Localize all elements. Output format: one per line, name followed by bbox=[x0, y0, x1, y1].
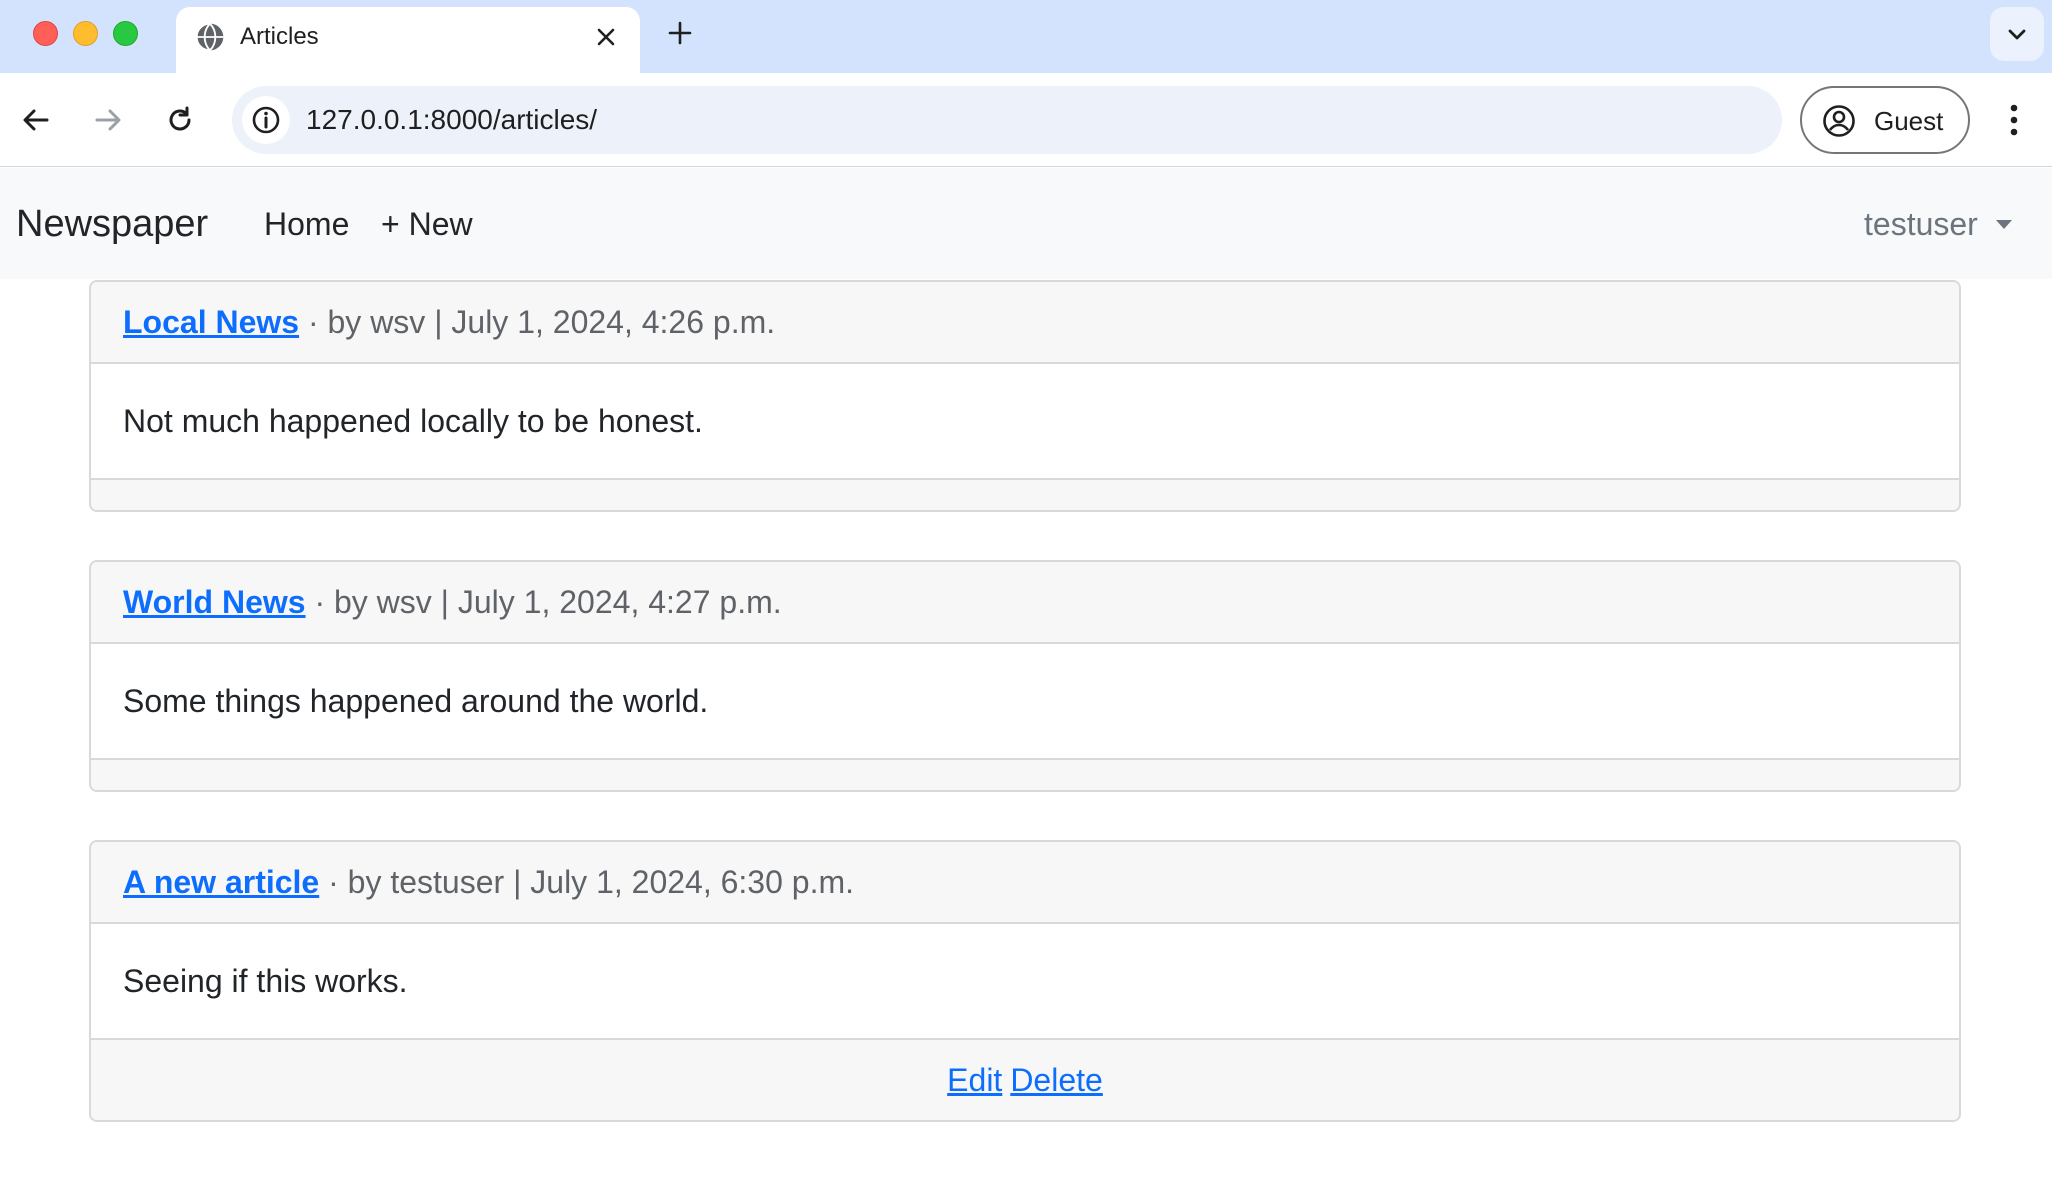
minimize-window-button[interactable] bbox=[73, 21, 98, 46]
forward-arrow-icon[interactable] bbox=[84, 96, 132, 144]
tab-title: Articles bbox=[240, 23, 319, 50]
article-title-link[interactable]: World News bbox=[123, 582, 306, 622]
site-navbar: Newspaper Home + New testuser bbox=[0, 168, 2052, 279]
article-body: Not much happened locally to be honest. bbox=[123, 403, 703, 439]
profile-label: Guest bbox=[1874, 106, 1944, 136]
caret-down-icon bbox=[1995, 219, 2012, 229]
browser-menu-icon[interactable] bbox=[1994, 96, 2034, 144]
tab-search-chevron-icon[interactable] bbox=[1990, 7, 2044, 61]
url-text[interactable]: 127.0.0.1:8000/articles/ bbox=[306, 103, 597, 137]
article-meta: · by wsv | July 1, 2024, 4:27 p.m. bbox=[305, 584, 782, 620]
article-card: World News · by wsv | July 1, 2024, 4:27… bbox=[89, 560, 1961, 792]
nav-new-article-link[interactable]: + New bbox=[381, 204, 473, 244]
article-header: World News · by wsv | July 1, 2024, 4:27… bbox=[91, 562, 1959, 644]
article-body: Some things happened around the world. bbox=[123, 683, 709, 719]
brand-link[interactable]: Newspaper bbox=[16, 202, 208, 246]
browser-tabstrip: Articles bbox=[0, 0, 2052, 73]
close-window-button[interactable] bbox=[33, 21, 58, 46]
maximize-window-button[interactable] bbox=[113, 21, 138, 46]
browser-toolbar: 127.0.0.1:8000/articles/ Guest bbox=[0, 73, 2052, 167]
article-meta: · by wsv | July 1, 2024, 4:26 p.m. bbox=[299, 304, 776, 340]
back-arrow-icon[interactable] bbox=[12, 96, 60, 144]
close-tab-icon[interactable] bbox=[590, 21, 622, 53]
reload-icon[interactable] bbox=[156, 96, 204, 144]
address-bar[interactable]: 127.0.0.1:8000/articles/ bbox=[232, 86, 1782, 154]
article-header: Local News · by wsv | July 1, 2024, 4:26… bbox=[91, 282, 1959, 364]
new-tab-icon[interactable] bbox=[664, 17, 696, 49]
globe-icon bbox=[195, 22, 224, 52]
article-footer bbox=[91, 478, 1959, 510]
site-info-icon[interactable] bbox=[242, 96, 290, 144]
article-footer bbox=[91, 758, 1959, 790]
user-dropdown-label: testuser bbox=[1864, 206, 1978, 242]
article-body: Seeing if this works. bbox=[123, 963, 408, 999]
article-footer: Edit Delete bbox=[91, 1038, 1959, 1120]
edit-article-link[interactable]: Edit bbox=[947, 1060, 1002, 1100]
article-header: A new article · by testuser | July 1, 20… bbox=[91, 842, 1959, 924]
account-circle-icon bbox=[1823, 105, 1855, 137]
delete-article-link[interactable]: Delete bbox=[1010, 1060, 1103, 1100]
article-card: A new article · by testuser | July 1, 20… bbox=[89, 840, 1961, 1122]
article-card: Local News · by wsv | July 1, 2024, 4:26… bbox=[89, 280, 1961, 512]
article-title-link[interactable]: A new article bbox=[123, 862, 319, 902]
article-title-link[interactable]: Local News bbox=[123, 302, 299, 342]
article-meta: · by testuser | July 1, 2024, 6:30 p.m. bbox=[319, 864, 855, 900]
profile-button[interactable]: Guest bbox=[1800, 86, 1970, 154]
nav-home-link[interactable]: Home bbox=[264, 204, 349, 244]
user-dropdown[interactable]: testuser bbox=[1864, 204, 2012, 244]
browser-tab-articles[interactable]: Articles bbox=[176, 7, 640, 73]
